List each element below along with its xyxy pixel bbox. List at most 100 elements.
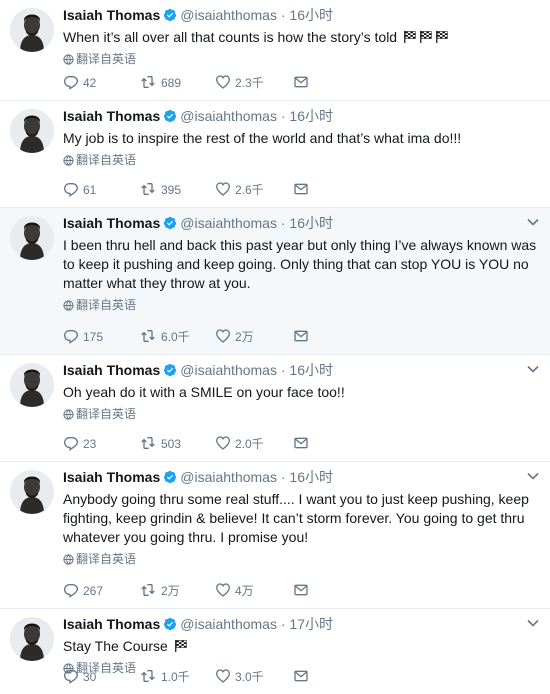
display-name[interactable]: Isaiah Thomas — [63, 108, 160, 124]
tweet-text: When it’s all over all that counts is ho… — [63, 28, 540, 47]
checkered-flag-icon — [433, 29, 449, 45]
verified-badge-icon — [160, 215, 177, 231]
separator-dot: · — [280, 215, 286, 231]
heart-icon — [215, 436, 235, 451]
timestamp[interactable]: 16小时 — [289, 469, 333, 485]
display-name[interactable]: Isaiah Thomas — [63, 215, 160, 231]
display-name[interactable]: Isaiah Thomas — [63, 362, 160, 378]
retweet-count: 503 — [161, 437, 182, 451]
user-handle[interactable]: @isaiahthomas — [180, 616, 277, 632]
retweet-count: 689 — [161, 76, 182, 90]
avatar[interactable] — [10, 363, 54, 407]
retweet-button[interactable]: 689 — [139, 74, 181, 92]
like-button[interactable]: 2.3千 — [215, 74, 264, 92]
reply-icon — [63, 76, 83, 90]
like-button[interactable]: 2.0千 — [215, 435, 264, 453]
like-button[interactable]: 3.0千 — [215, 668, 264, 686]
user-handle[interactable]: @isaiahthomas — [180, 362, 277, 378]
tweet-header: Isaiah Thomas @isaiahthomas · 16小时 — [63, 6, 540, 24]
translate-label: 翻译自英语 — [76, 552, 137, 566]
like-count: 3.0千 — [235, 670, 264, 684]
translate-link[interactable]: 翻译自英语 — [63, 297, 540, 313]
timestamp[interactable]: 16小时 — [289, 108, 333, 124]
tweet-content: Isaiah Thomas @isaiahthomas · 16小时 Anybody… — [63, 468, 540, 567]
tweet-text: My job is to inspire the rest of the wor… — [63, 129, 540, 148]
direct-message-button[interactable] — [293, 435, 313, 453]
timestamp[interactable]: 17小时 — [289, 616, 333, 632]
tweet[interactable]: Isaiah Thomas @isaiahthomas · 17小时 Stay Th… — [0, 609, 550, 694]
translate-label: 翻译自英语 — [76, 153, 137, 167]
globe-icon — [63, 153, 76, 167]
translate-link[interactable]: 翻译自英语 — [63, 551, 540, 567]
separator-dot: · — [280, 108, 286, 124]
reply-button[interactable]: 42 — [63, 74, 96, 92]
avatar[interactable] — [10, 216, 54, 260]
retweet-button[interactable]: 503 — [139, 435, 181, 453]
translate-link[interactable]: 翻译自英语 — [63, 406, 540, 422]
like-button[interactable]: 2万 — [215, 328, 254, 346]
user-handle[interactable]: @isaiahthomas — [180, 108, 277, 124]
checkered-flag-icon — [417, 29, 433, 45]
user-handle[interactable]: @isaiahthomas — [180, 215, 277, 231]
retweet-icon — [139, 437, 161, 451]
avatar[interactable] — [10, 109, 54, 153]
heart-icon — [215, 75, 235, 90]
reply-icon — [63, 670, 83, 684]
avatar[interactable] — [10, 8, 54, 52]
reply-button[interactable]: 30 — [63, 668, 96, 686]
like-count: 2.6千 — [235, 183, 264, 197]
timestamp[interactable]: 16小时 — [289, 362, 333, 378]
tweet-text-body: Stay The Course — [63, 638, 172, 654]
retweet-button[interactable]: 6.0千 — [139, 328, 190, 346]
heart-icon — [215, 669, 235, 684]
reply-count: 42 — [83, 76, 97, 90]
display-name[interactable]: Isaiah Thomas — [63, 616, 160, 632]
retweet-button[interactable]: 1.0千 — [139, 668, 190, 686]
retweet-button[interactable]: 2万 — [139, 582, 180, 600]
tweet[interactable]: Isaiah Thomas @isaiahthomas · 16小时 My job … — [0, 101, 550, 208]
checkered-flag-icon — [401, 29, 417, 45]
reply-button[interactable]: 61 — [63, 181, 96, 199]
reply-button[interactable]: 175 — [63, 328, 103, 346]
globe-icon — [63, 407, 76, 421]
direct-message-button[interactable] — [293, 328, 313, 346]
like-button[interactable]: 2.6千 — [215, 181, 264, 199]
direct-message-button[interactable] — [293, 668, 313, 686]
display-name[interactable]: Isaiah Thomas — [63, 7, 160, 23]
tweet-content: Isaiah Thomas @isaiahthomas · 16小时 Oh yeah… — [63, 361, 540, 422]
heart-icon — [215, 329, 235, 344]
envelope-icon — [293, 330, 313, 344]
avatar[interactable] — [10, 470, 54, 514]
tweet-text: Anybody going thru some real stuff.... I… — [63, 490, 540, 547]
separator-dot: · — [280, 616, 286, 632]
reply-button[interactable]: 23 — [63, 435, 96, 453]
envelope-icon — [293, 670, 313, 684]
avatar[interactable] — [10, 617, 54, 661]
direct-message-button[interactable] — [293, 74, 313, 92]
tweet[interactable]: Isaiah Thomas @isaiahthomas · 16小时 Anybody… — [0, 462, 550, 609]
heart-icon — [215, 182, 235, 197]
tweet[interactable]: Isaiah Thomas @isaiahthomas · 16小时 I been … — [0, 208, 550, 355]
envelope-icon — [293, 76, 313, 90]
reply-button[interactable]: 267 — [63, 582, 103, 600]
verified-badge-icon — [160, 362, 177, 378]
tweet[interactable]: Isaiah Thomas @isaiahthomas · 16小时 When it… — [0, 0, 550, 101]
user-handle[interactable]: @isaiahthomas — [180, 7, 277, 23]
retweet-button[interactable]: 395 — [139, 181, 181, 199]
separator-dot: · — [280, 7, 286, 23]
timestamp[interactable]: 16小时 — [289, 7, 333, 23]
translate-link[interactable]: 翻译自英语 — [63, 152, 540, 168]
translate-link[interactable]: 翻译自英语 — [63, 51, 540, 67]
tweet-text-body: Anybody going thru some real stuff.... I… — [63, 491, 533, 545]
direct-message-button[interactable] — [293, 181, 313, 199]
reply-icon — [63, 584, 83, 598]
tweet-header: Isaiah Thomas @isaiahthomas · 17小时 — [63, 615, 540, 633]
like-button[interactable]: 4万 — [215, 582, 254, 600]
timestamp[interactable]: 16小时 — [289, 215, 333, 231]
direct-message-button[interactable] — [293, 582, 313, 600]
globe-icon — [63, 52, 76, 66]
display-name[interactable]: Isaiah Thomas — [63, 469, 160, 485]
user-handle[interactable]: @isaiahthomas — [180, 469, 277, 485]
checkered-flag-icon — [172, 638, 188, 654]
tweet[interactable]: Isaiah Thomas @isaiahthomas · 16小时 Oh yeah… — [0, 355, 550, 462]
